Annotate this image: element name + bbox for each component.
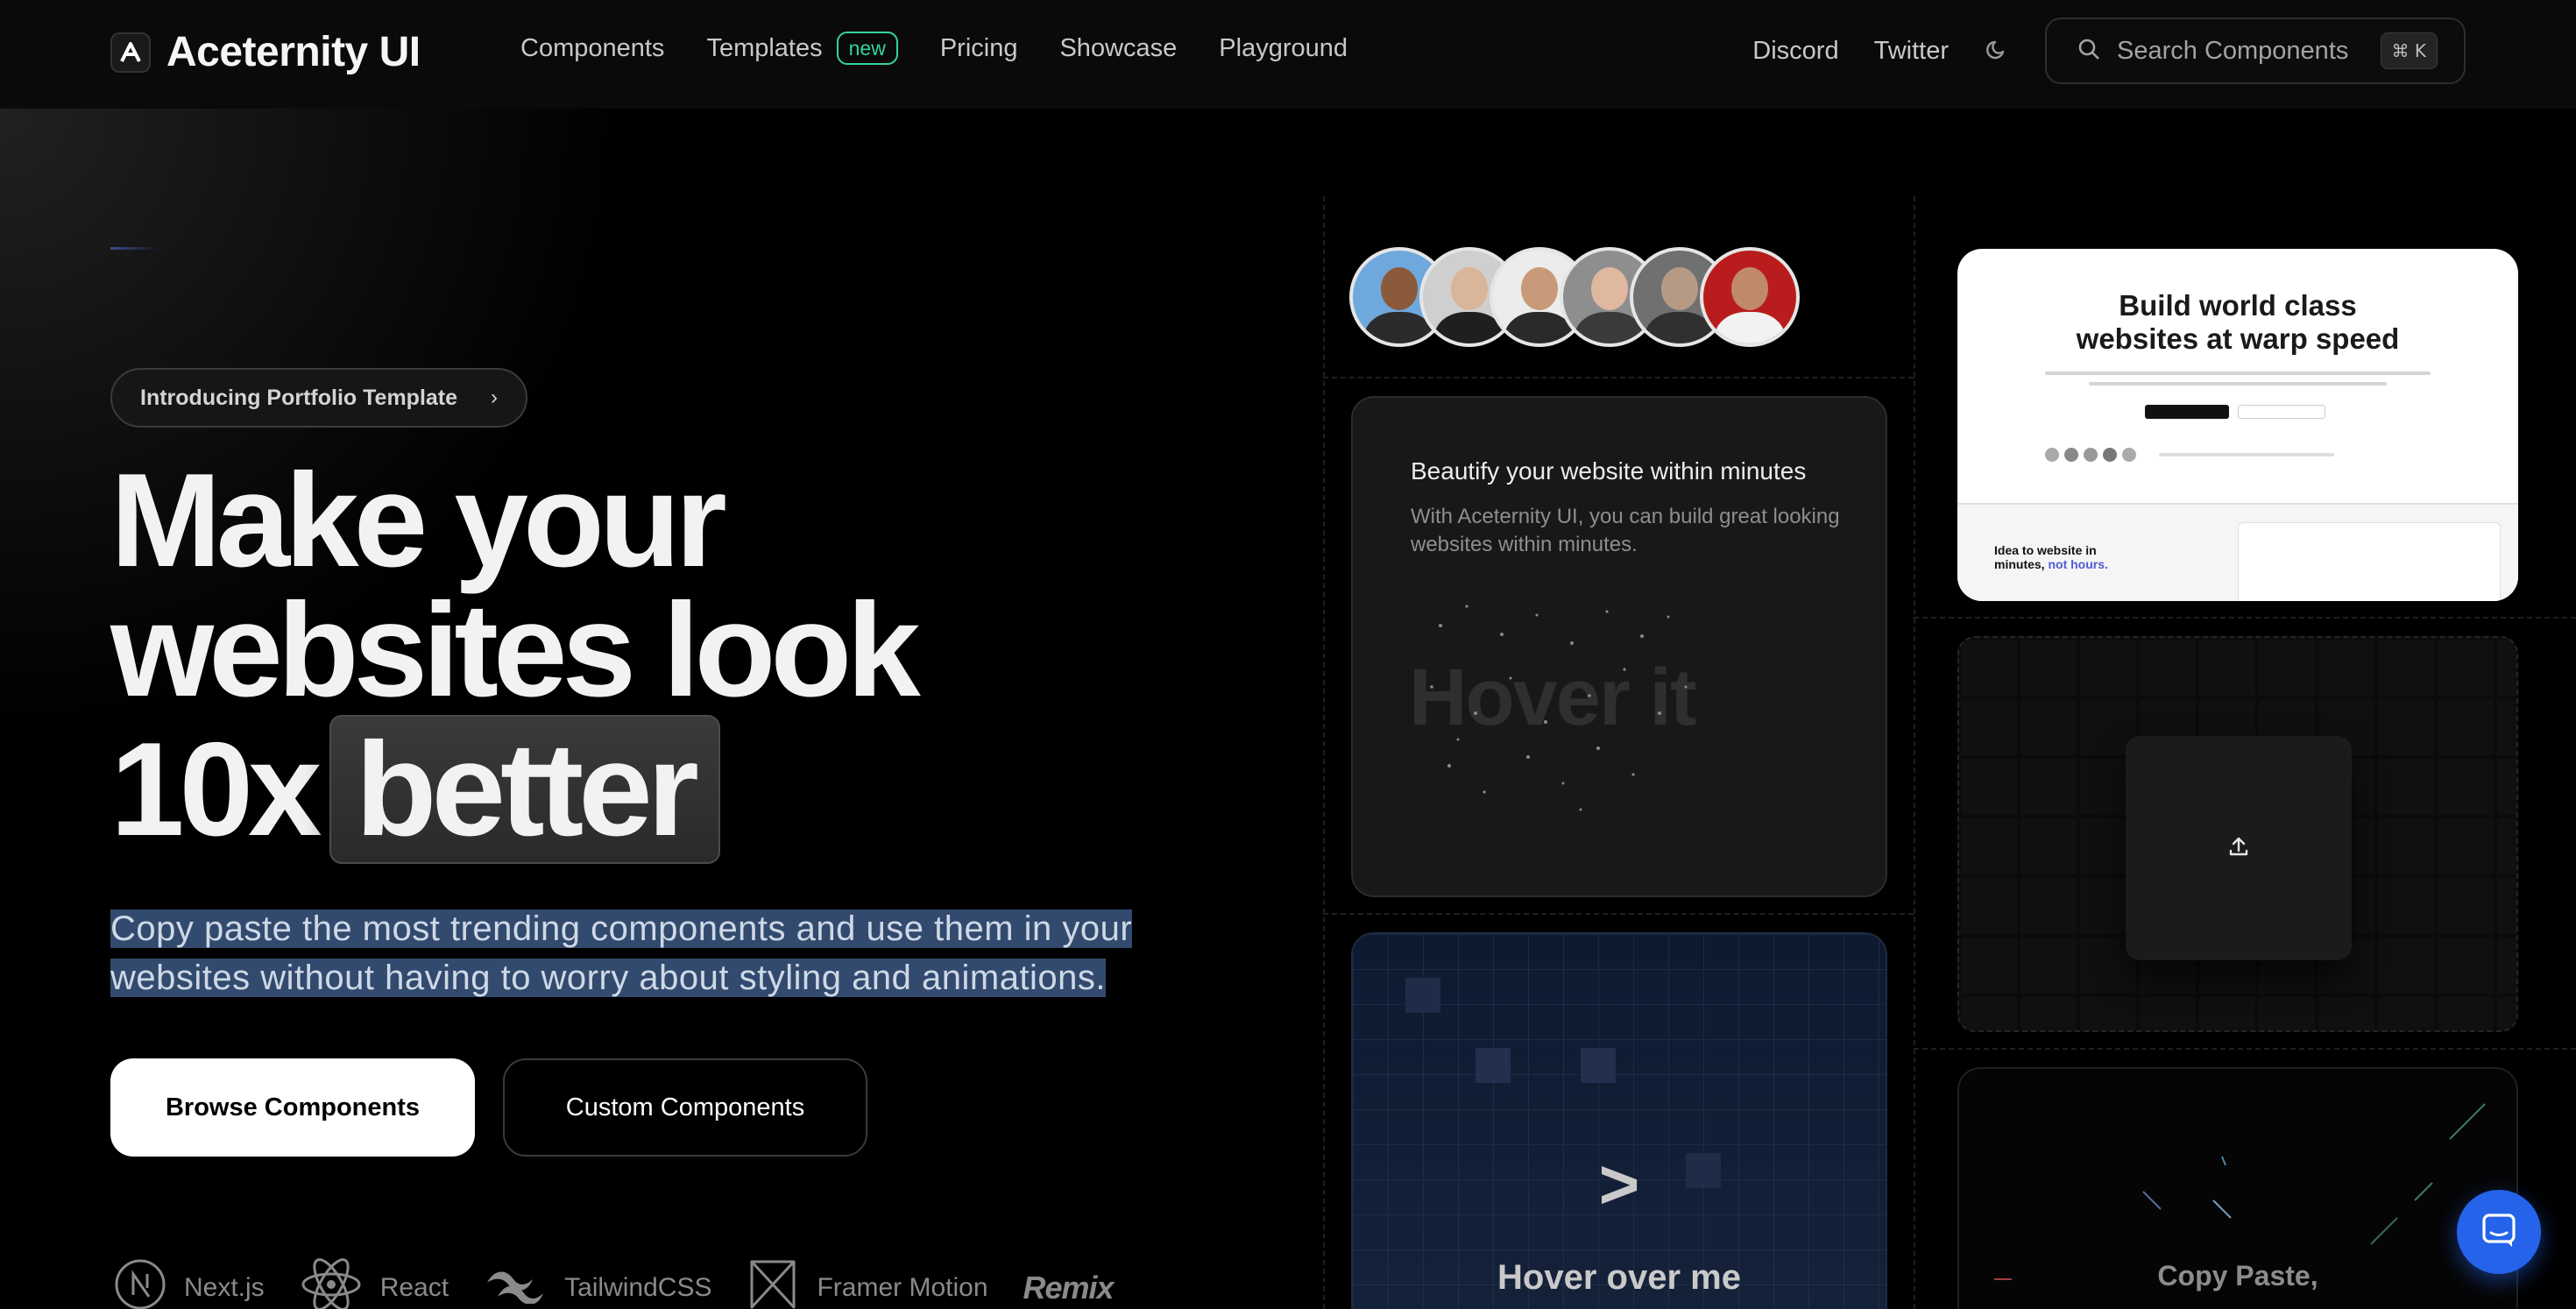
nav-playground[interactable]: Playground bbox=[1219, 34, 1348, 63]
warp-preview-line bbox=[2089, 382, 2387, 386]
brand[interactable]: Aceternity UI bbox=[110, 28, 421, 76]
accent-line bbox=[110, 247, 159, 250]
intro-pill[interactable]: Introducing Portfolio Template › bbox=[110, 368, 527, 428]
warp-title-prefix: websites at bbox=[2076, 322, 2233, 355]
avatar[interactable] bbox=[1700, 247, 1800, 347]
browse-components-button[interactable]: Browse Components bbox=[110, 1058, 475, 1157]
moon-icon[interactable] bbox=[1984, 36, 2010, 67]
chevron-right-icon: › bbox=[491, 386, 498, 409]
upload-icon bbox=[2226, 833, 2252, 864]
warp-bottom-line-2: minutes, not hours. bbox=[1994, 557, 2143, 571]
tech-framer-motion: Framer Motion bbox=[747, 1258, 988, 1309]
chevron-icon: > bbox=[1598, 1145, 1640, 1223]
tech-nextjs-label: Next.js bbox=[184, 1273, 265, 1302]
nav-showcase[interactable]: Showcase bbox=[1059, 34, 1177, 63]
nav-discord[interactable]: Discord bbox=[1752, 37, 1838, 66]
search-placeholder: Search Components bbox=[2117, 36, 2349, 65]
react-icon bbox=[300, 1258, 363, 1309]
particle-field bbox=[1430, 605, 1688, 811]
warp-bottom-prefix: minutes, bbox=[1994, 557, 2045, 571]
tech-logos: Next.js React TailwindCSS Framer Motion … bbox=[114, 1258, 1115, 1309]
tech-framer-motion-label: Framer Motion bbox=[817, 1273, 988, 1302]
beautify-title: Beautify your website within minutes bbox=[1411, 457, 1807, 485]
nextjs-icon bbox=[114, 1258, 166, 1309]
brand-name: Aceternity UI bbox=[166, 29, 421, 75]
copy-paste-card[interactable]: Copy Paste, bbox=[1957, 1067, 2518, 1309]
tech-react: React bbox=[300, 1258, 449, 1309]
headline-prefix: 10x bbox=[110, 715, 322, 864]
nav-components[interactable]: Components bbox=[520, 34, 664, 63]
tech-react-label: React bbox=[379, 1273, 449, 1302]
tech-remix: Remix bbox=[1023, 1270, 1115, 1306]
warp-preview-logos bbox=[2045, 447, 2431, 463]
avatar-stack bbox=[1349, 247, 1800, 347]
chat-support-button[interactable] bbox=[2457, 1190, 2541, 1274]
tech-tailwind: TailwindCSS bbox=[484, 1265, 711, 1309]
grid-line bbox=[1914, 617, 2576, 619]
warp-bottom-line-1: Idea to website in bbox=[1994, 543, 2097, 557]
search-input[interactable]: Search Components ⌘ K bbox=[2045, 18, 2466, 84]
warp-bottom-highlight: not hours. bbox=[2048, 557, 2108, 571]
headline-highlight: better bbox=[329, 715, 720, 864]
warp-title-highlight: warp speed bbox=[2240, 322, 2400, 355]
search-shortcut: ⌘ K bbox=[2380, 32, 2438, 69]
tailwind-icon bbox=[484, 1265, 547, 1309]
grid-line bbox=[1323, 913, 1914, 915]
warp-title: Build world class websites at warp speed bbox=[1957, 289, 2518, 356]
warp-bottom-text: Idea to website in minutes, not hours. bbox=[1994, 543, 2143, 571]
warp-preview-button bbox=[2238, 405, 2325, 419]
nav-links: Components Templates new Pricing Showcas… bbox=[520, 32, 1348, 65]
headline-line-1: Make your bbox=[110, 446, 727, 595]
headline-line-2: websites look bbox=[110, 576, 921, 725]
grid-pattern bbox=[1353, 934, 1886, 1309]
beautify-description: With Aceternity UI, you can build great … bbox=[1411, 505, 1840, 556]
tech-nextjs: Next.js bbox=[114, 1258, 265, 1309]
nav-templates-label: Templates bbox=[706, 33, 823, 62]
grid-line bbox=[1323, 377, 1914, 379]
warp-title-line-2: websites at warp speed bbox=[1957, 322, 2518, 356]
warp-preview-button bbox=[2145, 405, 2229, 419]
grid-line bbox=[1914, 1048, 2576, 1050]
remix-logo: Remix bbox=[1023, 1270, 1115, 1305]
warp-template-card[interactable]: Build world class websites at warp speed… bbox=[1957, 249, 2518, 601]
nav-twitter[interactable]: Twitter bbox=[1874, 37, 1949, 66]
hover-over-me-label: Hover over me bbox=[1497, 1258, 1741, 1297]
warp-preview-bottom: Idea to website in minutes, not hours. bbox=[1957, 503, 2518, 601]
hero-subtext-text: Copy paste the most trending components … bbox=[110, 909, 1133, 997]
aceternity-logo-icon bbox=[110, 32, 151, 73]
hero-subtext: Copy paste the most trending components … bbox=[110, 904, 1162, 1002]
intro-pill-label: Introducing Portfolio Template bbox=[140, 385, 458, 410]
nav-right: Discord Twitter Search Components ⌘ K bbox=[1752, 18, 2466, 84]
grid-line bbox=[1914, 196, 1915, 1309]
grid-line bbox=[1323, 196, 1325, 1309]
top-nav: Aceternity UI Components Templates new P… bbox=[0, 0, 2576, 109]
headline-line-3: 10x better bbox=[110, 715, 916, 864]
hero-headline: Make your websites look 10x better bbox=[110, 446, 921, 864]
new-badge: new bbox=[836, 32, 898, 65]
hover-grid-card[interactable]: > Hover over me bbox=[1351, 932, 1887, 1309]
framer-motion-icon bbox=[747, 1258, 799, 1309]
beautify-card[interactable]: Beautify your website within minutes Wit… bbox=[1351, 396, 1887, 897]
tech-tailwind-label: TailwindCSS bbox=[564, 1273, 712, 1302]
search-icon bbox=[2077, 37, 2101, 66]
nav-pricing[interactable]: Pricing bbox=[940, 34, 1018, 63]
upload-dropzone[interactable] bbox=[2126, 736, 2352, 960]
custom-components-button[interactable]: Custom Components bbox=[503, 1058, 867, 1157]
file-upload-card[interactable] bbox=[1957, 636, 2518, 1032]
copy-paste-label: Copy Paste, bbox=[2157, 1260, 2318, 1291]
chat-icon bbox=[2479, 1210, 2519, 1255]
warp-preview-window bbox=[2238, 522, 2501, 601]
warp-title-line-1: Build world class bbox=[2119, 289, 2357, 322]
warp-preview-line bbox=[2045, 371, 2431, 375]
nav-templates[interactable]: Templates new bbox=[706, 32, 898, 65]
